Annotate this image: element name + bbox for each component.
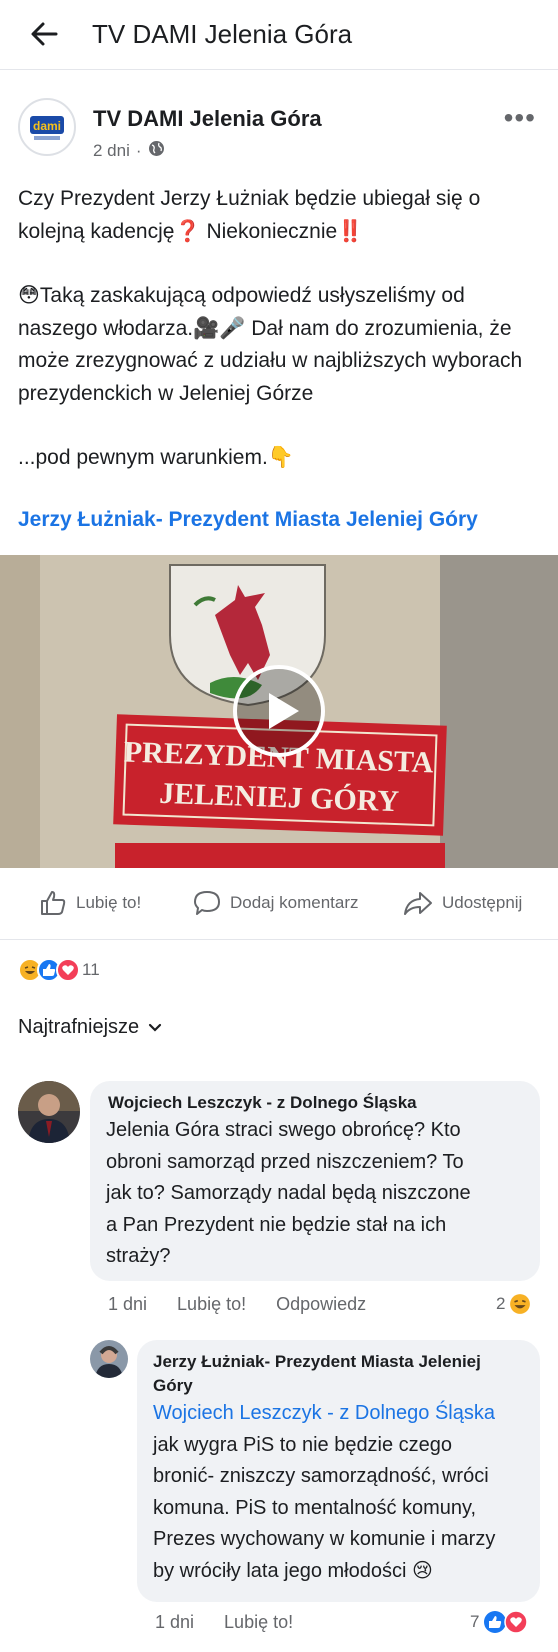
top-bar: TV DAMI Jelenia Góra [0,0,558,70]
comment-time[interactable]: 1 dni [108,1294,147,1315]
love-reaction-icon [504,1610,529,1634]
arrow-left-icon[interactable] [28,18,60,50]
post-link[interactable]: Jerzy Łużniak- Prezydent Miasta Jeleniej… [18,508,478,532]
reactions-summary[interactable]: 11 [18,955,100,985]
post-text-line: kolejną kadencję❓ Niekoniecznie‼️ [18,219,364,243]
comment-text-line: jak to? Samorządy nadal będą niszczone [106,1182,471,1204]
top-bar-title: TV DAMI Jelenia Góra [92,19,353,49]
comment-author-avatar[interactable] [18,1081,80,1143]
more-options-icon[interactable]: ••• [504,102,536,134]
reply-text-line: komuna. PiS to mentalność komuny, [153,1496,477,1519]
reply-text-line: Prezes wychowany w komunie i marzy [153,1528,496,1550]
crying-emoji: 😢 [412,1559,433,1582]
like-label: Lubię to! [76,893,142,912]
video-player[interactable]: PREZYDENT MIASTA JELENIEJ GÓRY [0,555,558,868]
comment-reaction-count: 2 [496,1294,506,1313]
reply-reaction-count: 7 [470,1612,480,1631]
camera-mic-emoji: 🎥🎤 [193,316,246,340]
post-text-line: może zrezygnować z udziału w najbliższyc… [18,349,523,372]
sort-label: Najtrafniejsze [18,1016,140,1038]
share-icon [404,892,432,915]
reply-text-line: bronić- zniszczy samorządność, wróci [153,1465,489,1487]
thumbs-up-icon [41,891,66,915]
post-text-line: 😳Taką zaskakującą odpowiedź usłyszeliśmy… [18,284,465,307]
meta-separator: · [135,141,142,160]
comment-reply-button[interactable]: Odpowiedz [276,1294,366,1315]
post-text-line: ...pod pewnym warunkiem.👇 [18,446,294,469]
post-text: Czy Prezydent Jerzy Łużniak będzie ubieg… [18,183,540,475]
comment-button[interactable]: Dodaj komentarz [192,888,359,918]
avatar-logo-text: dami [33,119,61,133]
post-meta: 2 dni · [93,140,165,162]
reaction-count: 11 [82,960,100,979]
flushed-emoji: 😳 [18,284,40,307]
post-header: dami TV DAMI Jelenia Góra 2 dni · ••• [0,90,558,170]
post-text-line: Czy Prezydent Jerzy Łużniak będzie ubieg… [18,187,481,210]
reply-text-line: jak wygra PiS to nie będzie czego [153,1433,453,1456]
comment-text-line: obroni samorząd przed niszczeniem? To [106,1150,464,1173]
comment-sort-dropdown[interactable]: Najtrafniejsze [18,1016,163,1039]
comment-icon [194,891,220,915]
reply-footer: 1 dni Lubię to! [155,1612,293,1633]
reply-text-line: by wróciły lata jego młodości 😢 [153,1559,433,1582]
comment-bubble: Wojciech Leszczyk - z Dolnego Śląska Jel… [90,1081,540,1281]
haha-reaction-icon [510,1294,531,1314]
reply-mention[interactable]: Wojciech Leszczyk - z Dolnego Śląska [153,1398,524,1430]
question-emoji: ❓ [174,219,201,243]
globe-icon [148,140,165,162]
post-text-line: naszego włodarza.🎥🎤 Dał nam do zrozumien… [18,316,512,340]
reply-author-line: Jerzy Łużniak- Prezydent Miasta Jeleniej [153,1352,481,1371]
share-button[interactable]: Udostępnij [402,888,522,918]
reply-author-line: Góry [153,1376,193,1395]
play-icon [269,693,299,729]
reply-author[interactable]: Jerzy Łużniak- Prezydent Miasta Jeleniej… [153,1350,524,1398]
comment-author[interactable]: Wojciech Leszczyk - z Dolnego Śląska [106,1091,524,1115]
share-label: Udostępnij [442,893,523,912]
comment-text-line: Jelenia Góra straci swego obrońcę? Kto [106,1119,461,1141]
comment-text-line: a Pan Prezydent nie będzie stał na ich [106,1213,447,1236]
comment-footer: 1 dni Lubię to! Odpowiedz [108,1294,366,1315]
love-reaction-icon [56,958,80,982]
reply-like-button[interactable]: Lubię to! [224,1612,293,1633]
play-button[interactable] [233,665,325,757]
comment-text-line: straży? [106,1245,171,1267]
like-button[interactable]: Lubię to! [38,888,141,918]
comment-label: Dodaj komentarz [230,893,359,912]
chevron-down-icon [149,1023,162,1032]
comment-like-button[interactable]: Lubię to! [177,1294,246,1315]
exclamation-emoji: ‼️ [337,219,364,243]
reply-bubble: Jerzy Łużniak- Prezydent Miasta Jeleniej… [137,1340,540,1602]
post-actions-bar: Lubię to! Dodaj komentarz Udostępnij [0,870,558,940]
post-time[interactable]: 2 dni [93,141,130,161]
page-name[interactable]: TV DAMI Jelenia Góra [93,106,322,132]
post-text-line: prezydenckich w Jeleniej Górze [18,381,314,405]
reply-time[interactable]: 1 dni [155,1612,194,1633]
reply-reactions[interactable]: 7 [470,1610,529,1634]
pointing-down-emoji: 👇 [267,446,294,469]
reply-author-avatar[interactable] [90,1340,128,1378]
page-avatar[interactable]: dami [18,98,76,156]
comment-reactions[interactable]: 2 [496,1293,531,1315]
